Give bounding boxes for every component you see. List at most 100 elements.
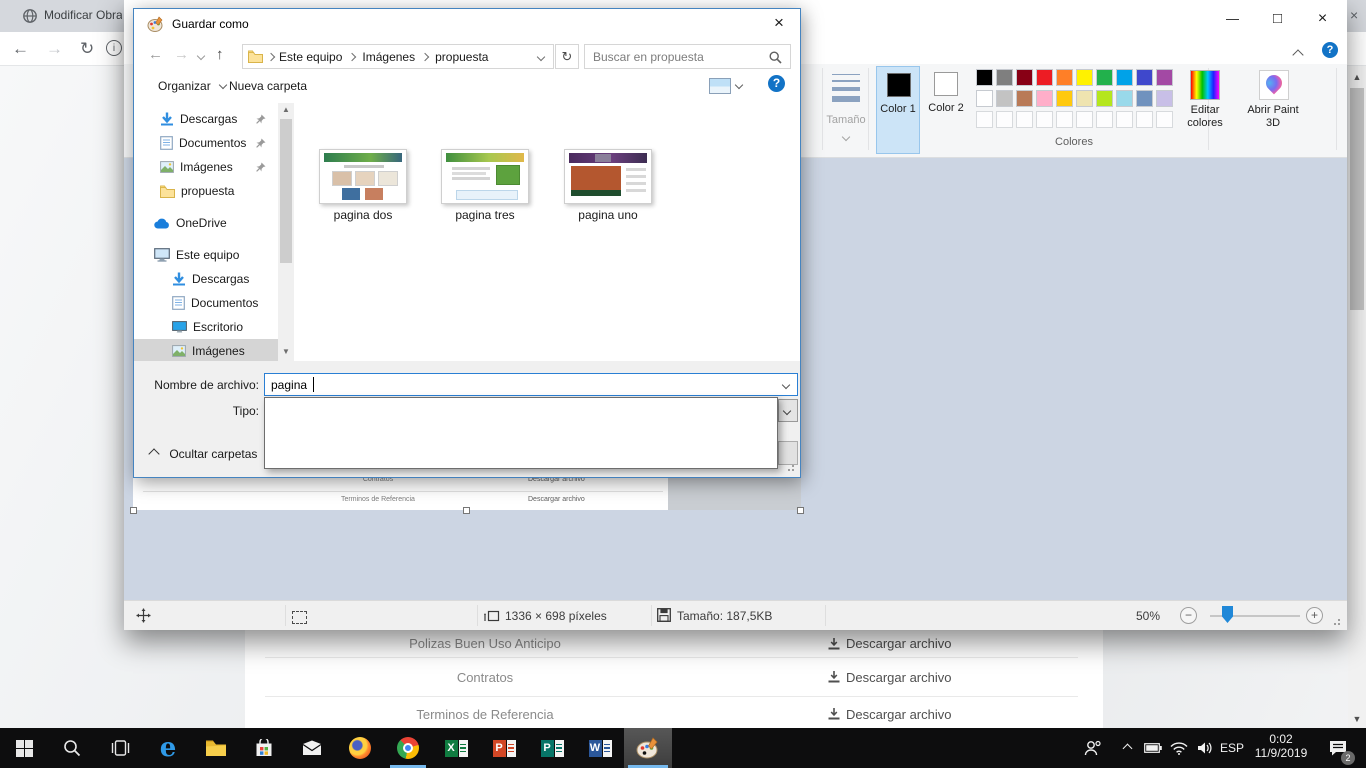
palette-swatch-empty[interactable] [1116, 111, 1133, 128]
breadcrumb-item[interactable]: Este equipo [279, 50, 342, 64]
tray-overflow-button[interactable] [1114, 728, 1140, 768]
taskbar-firefox-button[interactable] [336, 728, 384, 768]
palette-swatch[interactable] [996, 90, 1013, 107]
palette-swatch-empty[interactable] [1016, 111, 1033, 128]
download-link[interactable]: Descargar archivo [828, 636, 952, 651]
browser-forward-icon[interactable]: → [46, 32, 63, 66]
address-bar[interactable]: Este equipo Imágenes propuesta [242, 44, 554, 69]
sidebar-item-descargas-2[interactable]: Descargas [134, 267, 278, 291]
taskbar-powerpoint-button[interactable]: P [480, 728, 528, 768]
recent-locations-icon[interactable] [197, 52, 205, 60]
palette-swatch[interactable] [976, 69, 993, 86]
action-center-button[interactable]: 2 [1318, 728, 1358, 768]
taskbar-word-button[interactable]: W [576, 728, 624, 768]
sidebar-item-documentos-2[interactable]: Documentos [134, 291, 278, 315]
taskbar-publisher-button[interactable]: P [528, 728, 576, 768]
scrollbar-down-icon[interactable]: ▼ [278, 347, 294, 356]
dialog-resize-grip[interactable] [784, 465, 794, 473]
breadcrumb-item[interactable]: Imágenes [362, 50, 415, 64]
canvas-resize-handle[interactable] [463, 507, 470, 514]
palette-swatch[interactable] [1116, 90, 1133, 107]
zoom-slider-thumb[interactable] [1222, 606, 1233, 623]
type-select-fragment[interactable] [778, 399, 798, 422]
palette-swatch-empty[interactable] [1096, 111, 1113, 128]
taskbar-paint-button[interactable] [624, 728, 672, 768]
close-button[interactable]: × [1300, 0, 1345, 38]
clock[interactable]: 0:02 11/9/2019 [1250, 732, 1312, 764]
filename-input[interactable]: pagina [264, 373, 798, 396]
size-button[interactable]: Tamaño [826, 68, 866, 152]
palette-swatch-empty[interactable] [1076, 111, 1093, 128]
sidebar-item-este-equipo[interactable]: Este equipo [134, 243, 278, 267]
site-info-icon[interactable]: i [106, 40, 122, 56]
taskbar-excel-button[interactable]: X [432, 728, 480, 768]
filename-autocomplete-dropdown[interactable] [264, 397, 778, 469]
cancelar-button-fragment[interactable] [778, 441, 798, 465]
palette-swatch-empty[interactable] [996, 111, 1013, 128]
sidebar-item-imagenes[interactable]: Imágenes [134, 155, 278, 179]
browser-close-icon[interactable]: × [1350, 7, 1358, 23]
window-resize-grip[interactable] [1330, 619, 1340, 627]
palette-swatch[interactable] [1096, 69, 1113, 86]
refresh-button[interactable]: ↻ [555, 44, 579, 69]
sidebar-item-documentos[interactable]: Documentos [134, 131, 278, 155]
organize-menu[interactable]: Organizar [158, 79, 226, 93]
palette-swatch-empty[interactable] [1036, 111, 1053, 128]
scrollbar-down-icon[interactable]: ▼ [1350, 712, 1364, 726]
view-mode-button[interactable] [709, 77, 747, 95]
taskbar-edge-button[interactable]: e [144, 728, 192, 768]
maximize-button[interactable]: □ [1255, 0, 1300, 38]
address-dropdown-icon[interactable] [537, 53, 545, 61]
help-icon[interactable]: ? [1322, 42, 1338, 58]
palette-swatch[interactable] [1056, 69, 1073, 86]
palette-swatch[interactable] [1156, 69, 1173, 86]
collapse-ribbon-icon[interactable] [1294, 46, 1314, 60]
palette-swatch[interactable] [1096, 90, 1113, 107]
sidebar-item-escritorio[interactable]: Escritorio [134, 315, 278, 339]
zoom-out-button[interactable]: − [1180, 607, 1197, 624]
download-link[interactable]: Descargar archivo [828, 670, 952, 685]
palette-swatch-empty[interactable] [976, 111, 993, 128]
dialog-back-icon[interactable]: ← [148, 43, 163, 67]
sidebar-item-onedrive[interactable]: OneDrive [134, 211, 278, 235]
palette-swatch-empty[interactable] [1156, 111, 1173, 128]
file-item-pagina-dos[interactable]: pagina dos [319, 149, 407, 222]
people-button[interactable] [1076, 728, 1110, 768]
dialog-forward-icon[interactable]: → [174, 43, 189, 67]
palette-swatch[interactable] [1136, 90, 1153, 107]
palette-swatch[interactable] [996, 69, 1013, 86]
start-button[interactable] [0, 728, 48, 768]
taskbar-store-button[interactable] [240, 728, 288, 768]
palette-swatch[interactable] [1116, 69, 1133, 86]
minimize-button[interactable]: — [1210, 0, 1255, 38]
zoom-in-button[interactable]: + [1306, 607, 1323, 624]
search-box[interactable]: Buscar en propuesta [584, 44, 791, 69]
download-link[interactable]: Descargar archivo [828, 707, 952, 722]
dialog-up-icon[interactable]: ↑ [216, 43, 224, 67]
new-folder-button[interactable]: Nueva carpeta [229, 79, 307, 93]
sidebar-item-propuesta[interactable]: propuesta [134, 179, 278, 203]
palette-swatch[interactable] [1016, 90, 1033, 107]
sidebar-scrollbar-thumb[interactable] [280, 119, 292, 263]
browser-scrollbar-thumb[interactable] [1350, 88, 1364, 310]
palette-swatch[interactable] [1076, 69, 1093, 86]
palette-swatch[interactable] [1016, 69, 1033, 86]
palette-swatch[interactable] [1036, 90, 1053, 107]
palette-swatch-empty[interactable] [1056, 111, 1073, 128]
scrollbar-up-icon[interactable]: ▲ [278, 105, 294, 114]
language-indicator[interactable]: ESP [1216, 728, 1248, 768]
file-item-pagina-tres[interactable]: pagina tres [441, 149, 529, 222]
palette-swatch-empty[interactable] [1136, 111, 1153, 128]
palette-swatch[interactable] [1076, 90, 1093, 107]
open-paint3d-button[interactable]: Abrir Paint 3D [1242, 66, 1304, 154]
palette-swatch[interactable] [1156, 90, 1173, 107]
browser-reload-icon[interactable]: ↻ [80, 32, 94, 66]
browser-tab-title[interactable]: Modificar Obra/ [44, 8, 122, 22]
palette-swatch[interactable] [1136, 69, 1153, 86]
task-view-button[interactable] [96, 728, 144, 768]
taskbar-chrome-button[interactable] [384, 728, 432, 768]
taskbar-search-button[interactable] [48, 728, 96, 768]
dialog-close-icon[interactable]: × [774, 13, 784, 33]
breadcrumb-item[interactable]: propuesta [435, 50, 488, 64]
scrollbar-up-icon[interactable]: ▲ [1350, 70, 1364, 84]
